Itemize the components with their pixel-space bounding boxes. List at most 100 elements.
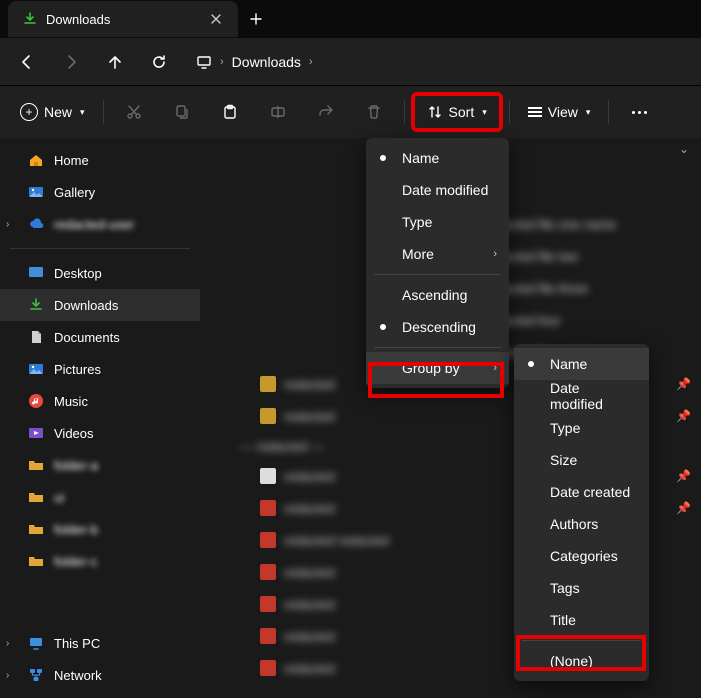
sidebar-item-label: Home <box>54 153 89 168</box>
menu-item-label: Type <box>402 214 432 230</box>
sidebar-item-network[interactable]: › Network <box>0 659 200 691</box>
sidebar-item-music[interactable]: Music <box>0 385 200 417</box>
network-icon <box>28 667 44 683</box>
submenu-item-title[interactable]: Title <box>514 604 649 636</box>
close-tab-icon[interactable] <box>208 11 224 27</box>
chevron-right-icon: › <box>220 56 224 68</box>
more-button[interactable] <box>617 94 661 130</box>
submenu-item-tags[interactable]: Tags <box>514 572 649 604</box>
chevron-right-icon[interactable]: › <box>6 638 9 649</box>
sidebar-item-pinned[interactable]: folder-a <box>0 449 200 481</box>
desktop-icon <box>28 265 44 281</box>
downloads-icon <box>22 11 38 27</box>
sidebar-item-label: folder-c <box>54 554 97 569</box>
sidebar-item-label: Desktop <box>54 266 102 281</box>
submenu-item-type[interactable]: Type <box>514 412 649 444</box>
chevron-down-icon: ▾ <box>586 107 591 118</box>
sidebar-item-downloads[interactable]: Downloads <box>0 289 200 321</box>
menu-item-label: Date modified <box>550 380 631 412</box>
breadcrumb-current[interactable]: Downloads <box>232 54 301 70</box>
submenu-item-size[interactable]: Size <box>514 444 649 476</box>
chevron-right-icon[interactable]: › <box>6 670 9 681</box>
sidebar-item-pinned[interactable]: folder-b <box>0 513 200 545</box>
new-button[interactable]: + New ▾ <box>10 94 95 130</box>
submenu-item-categories[interactable]: Categories <box>514 540 649 572</box>
chevron-right-icon[interactable]: › <box>6 219 9 230</box>
chevron-down-icon: ▾ <box>80 107 85 118</box>
menu-item-label: Name <box>402 150 439 166</box>
view-button[interactable]: View ▾ <box>518 94 601 130</box>
sidebar-item-label: folder-a <box>54 458 98 473</box>
chevron-right-icon[interactable]: › <box>309 56 313 68</box>
music-icon <box>28 393 44 409</box>
submenu-item-authors[interactable]: Authors <box>514 508 649 540</box>
cloud-icon <box>28 216 44 232</box>
divider <box>509 100 510 124</box>
menu-item-label: Type <box>550 420 580 436</box>
bullet-icon <box>528 361 534 367</box>
sidebar-item-documents[interactable]: Documents <box>0 321 200 353</box>
sort-label: Sort <box>449 104 475 120</box>
sidebar-item-home[interactable]: Home <box>0 144 200 176</box>
menu-item-more[interactable]: More › <box>366 238 509 270</box>
sidebar-item-gallery[interactable]: Gallery <box>0 176 200 208</box>
sidebar-item-label: ui <box>54 490 64 505</box>
divider <box>10 248 190 249</box>
menu-item-ascending[interactable]: Ascending <box>366 279 509 311</box>
sidebar-item-pinned[interactable]: folder-c <box>0 545 200 577</box>
paste-button[interactable] <box>208 94 252 130</box>
menu-item-descending[interactable]: Descending <box>366 311 509 343</box>
refresh-button[interactable] <box>138 42 180 82</box>
new-label: New <box>44 104 72 120</box>
videos-icon <box>28 425 44 441</box>
view-list-icon <box>528 107 542 117</box>
share-button[interactable] <box>304 94 348 130</box>
sidebar-item-label: Documents <box>54 330 120 345</box>
new-tab-button[interactable] <box>238 1 274 37</box>
content-pane[interactable]: ⌄ redacted file one name redacted file t… <box>200 138 701 698</box>
chevron-right-icon: › <box>493 248 497 260</box>
menu-item-name[interactable]: Name <box>366 142 509 174</box>
back-button[interactable] <box>6 42 48 82</box>
toolbar: + New ▾ Sort ▾ View ▾ <box>0 86 701 138</box>
forward-button[interactable] <box>50 42 92 82</box>
menu-item-label: Authors <box>550 516 598 532</box>
breadcrumb[interactable]: › Downloads › <box>188 45 695 79</box>
menu-item-group-by[interactable]: Group by › <box>366 352 509 384</box>
tab-downloads[interactable]: Downloads <box>8 1 238 37</box>
ellipsis-icon <box>632 111 647 114</box>
sidebar-item-label: Downloads <box>54 298 118 313</box>
menu-item-label: Date modified <box>402 182 488 198</box>
cut-button[interactable] <box>112 94 156 130</box>
sidebar-item-videos[interactable]: Videos <box>0 417 200 449</box>
sidebar-item-userfolder[interactable]: › redacted-user <box>0 208 200 240</box>
menu-item-type[interactable]: Type <box>366 206 509 238</box>
sort-menu: Name Date modified Type More › Ascending… <box>366 138 509 388</box>
sidebar-item-pinned[interactable]: ui <box>0 481 200 513</box>
menu-item-label: Ascending <box>402 287 467 303</box>
rename-button[interactable] <box>256 94 300 130</box>
documents-icon <box>28 329 44 345</box>
submenu-item-date-modified[interactable]: Date modified <box>514 380 649 412</box>
menu-item-label: More <box>402 246 434 262</box>
bullet-icon <box>380 324 386 330</box>
copy-button[interactable] <box>160 94 204 130</box>
submenu-item-none[interactable]: (None) <box>514 645 649 677</box>
folder-icon <box>28 521 44 537</box>
divider <box>404 100 405 124</box>
bullet-icon <box>380 155 386 161</box>
menu-item-label: Size <box>550 452 577 468</box>
sidebar-item-pictures[interactable]: Pictures <box>0 353 200 385</box>
menu-item-date-modified[interactable]: Date modified <box>366 174 509 206</box>
submenu-item-date-created[interactable]: Date created <box>514 476 649 508</box>
menu-item-label: Name <box>550 356 587 372</box>
sort-button[interactable]: Sort ▾ <box>413 94 501 130</box>
submenu-item-name[interactable]: Name <box>514 348 649 380</box>
up-button[interactable] <box>94 42 136 82</box>
title-bar: Downloads <box>0 0 701 38</box>
menu-item-label: Categories <box>550 548 618 564</box>
delete-button[interactable] <box>352 94 396 130</box>
sidebar: Home Gallery › redacted-user Desktop Dow… <box>0 138 200 698</box>
sidebar-item-desktop[interactable]: Desktop <box>0 257 200 289</box>
sidebar-item-thispc[interactable]: › This PC <box>0 627 200 659</box>
